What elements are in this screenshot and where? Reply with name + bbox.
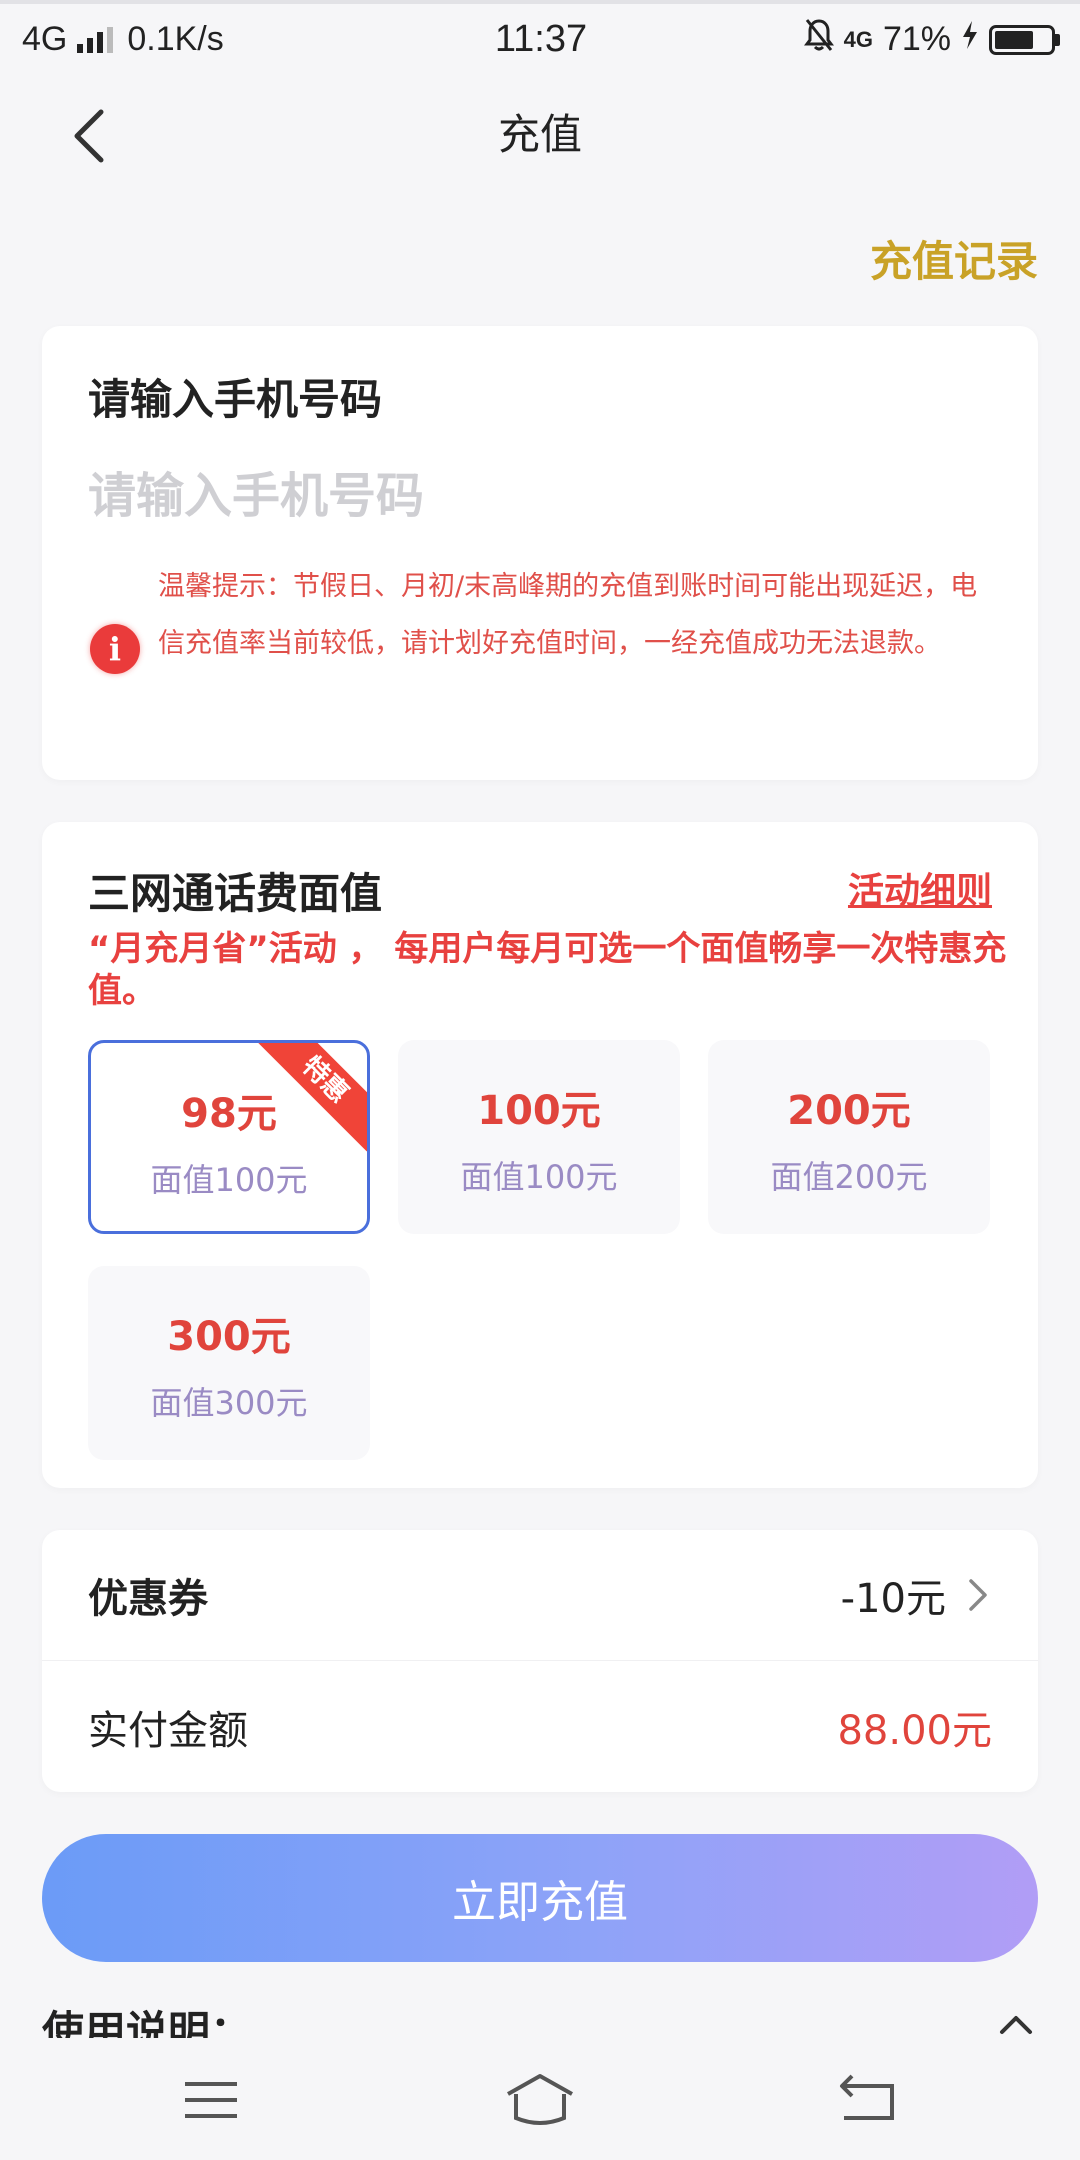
- system-home-button[interactable]: [500, 2070, 580, 2130]
- status-bar: 4G 0.1K/s 11:37 4G 71%: [0, 0, 1080, 75]
- system-menu-button[interactable]: [171, 2070, 251, 2130]
- usage-instructions-title: 使用说明：: [42, 2007, 253, 2038]
- battery-percent: 71%: [882, 20, 951, 58]
- status-time: 11:37: [494, 18, 588, 60]
- denomination-option-98[interactable]: 98元 面值100元 特惠: [88, 1040, 370, 1234]
- phone-card: 请输入手机号码 i 温馨提示：节假日、月初/末高峰期的充值到账时间可能出现延迟，…: [42, 326, 1038, 780]
- phone-label: 请输入手机号码: [88, 375, 383, 424]
- special-offer-badge: 特惠: [257, 1043, 367, 1152]
- system-back-button[interactable]: [828, 2070, 908, 2130]
- denomination-price: 300元: [167, 1314, 291, 1360]
- denomination-option-200[interactable]: 200元 面值200元: [708, 1040, 990, 1234]
- activity-rules-link[interactable]: 活动细则: [848, 862, 992, 914]
- system-nav-bar: [0, 2040, 1080, 2160]
- denomination-option-100[interactable]: 100元 面值100元: [398, 1040, 680, 1234]
- coupon-value: -10元: [840, 1576, 946, 1622]
- payment-card: 优惠券 -10元 实付金额 88.00元: [42, 1530, 1038, 1792]
- coupon-label: 优惠券: [88, 1576, 208, 1622]
- notice-text: 温馨提示：节假日、月初/末高峰期的充值到账时间可能出现延迟，电信充值率当前较低，…: [158, 571, 978, 659]
- denomination-face-value: 面值200元: [770, 1158, 928, 1196]
- back-button[interactable]: [58, 101, 118, 171]
- coupon-row[interactable]: 优惠券 -10元: [42, 1530, 1038, 1661]
- denomination-price: 100元: [477, 1088, 601, 1134]
- special-offer-ribbon: 特惠: [257, 1043, 367, 1153]
- denomination-price: 200元: [787, 1088, 911, 1134]
- status-left: 4G 0.1K/s: [22, 20, 362, 59]
- network-speed: 0.1K/s: [127, 20, 224, 58]
- recharge-now-button[interactable]: 立即充值: [42, 1834, 1038, 1962]
- phone-input[interactable]: [88, 456, 988, 536]
- promo-text: “月充月省”活动 ， 每用户每月可选一个面值畅享一次特惠充值。: [88, 929, 1007, 1011]
- denomination-face-value: 面值100元: [150, 1161, 308, 1199]
- denomination-option-300[interactable]: 300元 面值300元: [88, 1266, 370, 1460]
- mobile-data-badge: 4G: [843, 26, 873, 52]
- denomination-face-value: 面值300元: [150, 1384, 308, 1422]
- menu-icon: [185, 2082, 237, 2118]
- chevron-right-icon: [968, 1575, 992, 1615]
- denomination-card: 三网通话费面值 活动细则 “月充月省”活动 ， 每用户每月可选一个面值畅享一次特…: [42, 822, 1038, 1488]
- actual-payment-value: 88.00元: [837, 1707, 992, 1754]
- home-icon: [507, 2074, 573, 2125]
- status-right: 4G 71%: [720, 18, 1060, 61]
- info-icon: i: [90, 624, 140, 674]
- mute-bell-icon: [803, 18, 834, 61]
- denomination-face-value: 面值100元: [460, 1158, 618, 1196]
- back-arrow-icon: [840, 2074, 894, 2120]
- actual-payment-label: 实付金额: [88, 1707, 248, 1754]
- actual-payment-row: 实付金额 88.00元: [42, 1661, 1038, 1792]
- nav-bar: 充值: [0, 75, 1080, 195]
- charging-icon: [961, 20, 979, 59]
- chevron-left-icon: [74, 109, 104, 163]
- battery-icon: [989, 24, 1060, 55]
- collapse-button[interactable]: [996, 2010, 1036, 2040]
- denomination-title: 三网通话费面值: [88, 869, 383, 918]
- signal-icon: [77, 26, 114, 53]
- network-type: 4G: [22, 20, 68, 58]
- page-title: 充值: [497, 110, 582, 159]
- chevron-up-icon: [1000, 2016, 1032, 2034]
- recharge-records-link[interactable]: 充值记录: [870, 228, 1038, 289]
